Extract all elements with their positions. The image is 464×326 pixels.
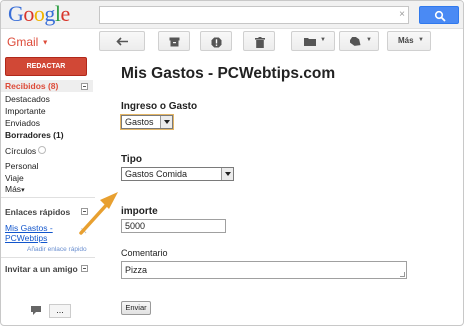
- gmail-window: Google × Gmail ▼ ▼ ▼ Más ▼ REDACTAR Reci…: [0, 0, 464, 326]
- annotation-arrow-icon: [79, 192, 118, 235]
